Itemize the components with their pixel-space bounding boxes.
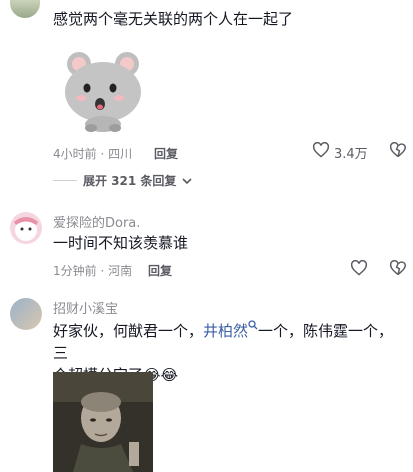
avatar-comment2[interactable] xyxy=(10,212,42,244)
comment1-text: 感觉两个毫无关联的两个人在一起了 xyxy=(53,10,294,28)
heart-icon xyxy=(350,259,368,280)
comment1-time: 4小时前 · 四川 xyxy=(53,147,133,161)
search-link-jingboran[interactable]: 井柏然 xyxy=(203,320,258,340)
expand-replies-button[interactable]: 展开 321 条回复 xyxy=(53,172,192,189)
comment1-dislike-button[interactable] xyxy=(389,141,407,162)
avatar-comment1[interactable] xyxy=(10,0,40,18)
heart-icon xyxy=(312,141,330,162)
divider-line xyxy=(53,180,77,181)
comment2-username[interactable]: 爱探险的Dora. xyxy=(53,212,140,231)
broken-heart-icon xyxy=(389,141,407,162)
comment1-like-button[interactable]: 3.4万 xyxy=(312,141,368,162)
search-icon xyxy=(248,320,258,340)
comment2-dislike-button[interactable] xyxy=(389,259,407,280)
comment1-like-count: 3.4万 xyxy=(334,146,368,162)
expand-replies-label: 展开 321 条回复 xyxy=(83,174,177,188)
search-link-label: 井柏然 xyxy=(203,322,249,340)
hamster-sticker[interactable] xyxy=(57,48,149,134)
comment3-image[interactable] xyxy=(53,372,153,472)
chevron-down-icon xyxy=(182,174,192,188)
comment1-reply-button[interactable]: 回复 xyxy=(154,145,178,162)
comment2-like-button[interactable] xyxy=(350,259,368,280)
comment2-text: 一时间不知该羡慕谁 xyxy=(53,234,189,252)
comment3-text-before: 好家伙，何猷君一个， xyxy=(53,322,204,340)
comment2-time: 1分钟前 · 河南 xyxy=(53,264,133,278)
comment2-reply-button[interactable]: 回复 xyxy=(148,262,172,279)
comment3-username[interactable]: 招财小溪宝 xyxy=(53,298,118,317)
broken-heart-icon xyxy=(389,259,407,280)
avatar-comment3[interactable] xyxy=(10,298,42,330)
